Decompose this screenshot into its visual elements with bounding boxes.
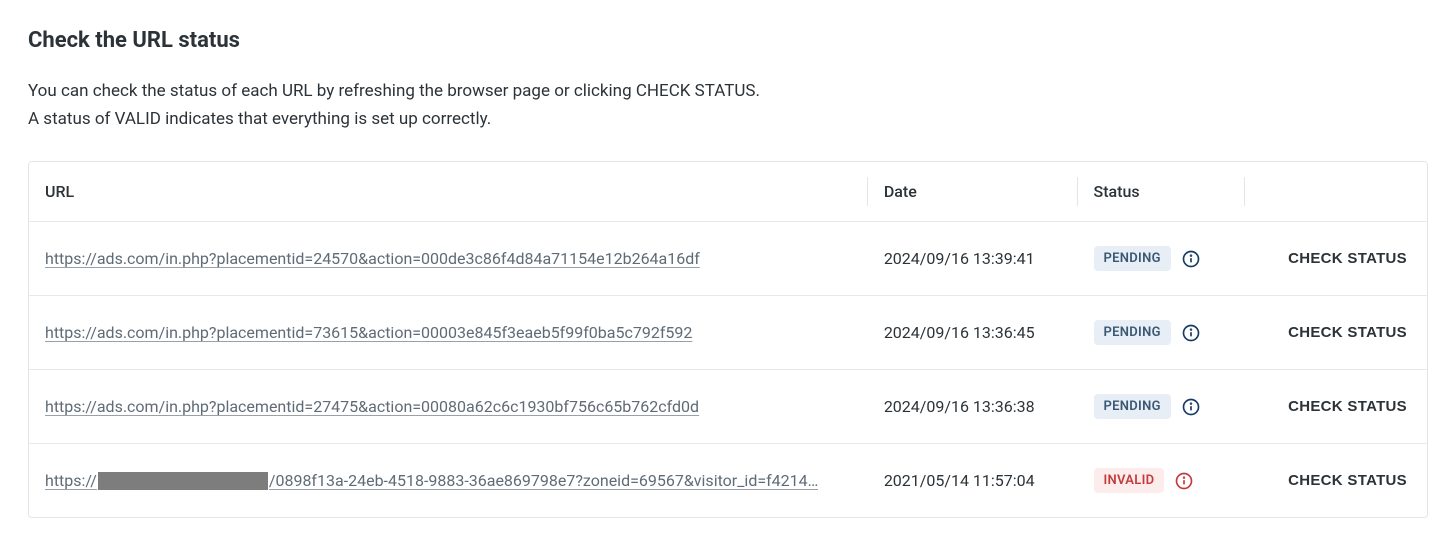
url-cell: https://ads.com/in.php?placementid=24570… — [29, 222, 868, 296]
url-cell: https://ads.com/in.php?placementid=73615… — [29, 296, 868, 370]
action-cell: CHECK STATUS — [1245, 370, 1427, 444]
url-prefix: https:// — [45, 471, 97, 490]
status-cell-wrap: PENDING — [1078, 370, 1246, 444]
redacted-block — [98, 472, 268, 490]
url-link[interactable]: https://ads.com/in.php?placementid=24570… — [45, 249, 700, 268]
status-badge: PENDING — [1094, 394, 1171, 419]
date-cell: 2024/09/16 13:36:45 — [868, 296, 1078, 370]
col-header-url: URL — [29, 162, 868, 222]
check-status-button[interactable]: CHECK STATUS — [1284, 318, 1411, 347]
action-cell: CHECK STATUS — [1245, 222, 1427, 296]
status-cell-wrap: PENDING — [1078, 296, 1246, 370]
check-status-button[interactable]: CHECK STATUS — [1284, 466, 1411, 495]
url-status-table: URL Date Status https://ads.com/in.php?p… — [28, 161, 1428, 518]
action-cell: CHECK STATUS — [1245, 296, 1427, 370]
col-header-date: Date — [868, 162, 1078, 222]
page-heading: Check the URL status — [28, 28, 1428, 53]
status-cell-wrap: PENDING — [1078, 222, 1246, 296]
action-cell: CHECK STATUS — [1245, 444, 1427, 518]
description-line-2: A status of VALID indicates that everyth… — [28, 109, 491, 129]
url-cell: https://ads.com/in.php?placementid=27475… — [29, 370, 868, 444]
status-cell-wrap: INVALID — [1078, 444, 1246, 518]
url-suffix: /0898f13a-24eb-4518-9883-36ae869798e7?zo… — [269, 471, 819, 490]
status-badge: PENDING — [1094, 320, 1171, 345]
table-row: https:// /0898f13a-24eb-4518-9883-36ae869… — [29, 444, 1427, 518]
date-cell: 2024/09/16 13:39:41 — [868, 222, 1078, 296]
info-icon[interactable] — [1181, 249, 1201, 269]
url-cell: https:// /0898f13a-24eb-4518-9883-36ae869… — [29, 444, 868, 518]
info-icon[interactable] — [1174, 471, 1194, 491]
info-icon[interactable] — [1181, 323, 1201, 343]
date-cell: 2021/05/14 11:57:04 — [868, 444, 1078, 518]
table-header-row: URL Date Status — [29, 162, 1427, 222]
col-header-status: Status — [1078, 162, 1246, 222]
status-badge: PENDING — [1094, 246, 1171, 271]
info-icon[interactable] — [1181, 397, 1201, 417]
table-row: https://ads.com/in.php?placementid=27475… — [29, 370, 1427, 444]
col-header-action — [1245, 162, 1427, 222]
table-row: https://ads.com/in.php?placementid=24570… — [29, 222, 1427, 296]
check-status-button[interactable]: CHECK STATUS — [1284, 244, 1411, 273]
url-link[interactable]: https://ads.com/in.php?placementid=27475… — [45, 397, 699, 416]
url-link[interactable]: https://ads.com/in.php?placementid=73615… — [45, 323, 692, 342]
description-line-1: You can check the status of each URL by … — [28, 81, 760, 101]
status-badge: INVALID — [1094, 468, 1165, 493]
table-row: https://ads.com/in.php?placementid=73615… — [29, 296, 1427, 370]
check-status-button[interactable]: CHECK STATUS — [1284, 392, 1411, 421]
date-cell: 2024/09/16 13:36:38 — [868, 370, 1078, 444]
url-link[interactable]: https:// /0898f13a-24eb-4518-9883-36ae869… — [45, 471, 818, 490]
page-description: You can check the status of each URL by … — [28, 77, 1428, 133]
